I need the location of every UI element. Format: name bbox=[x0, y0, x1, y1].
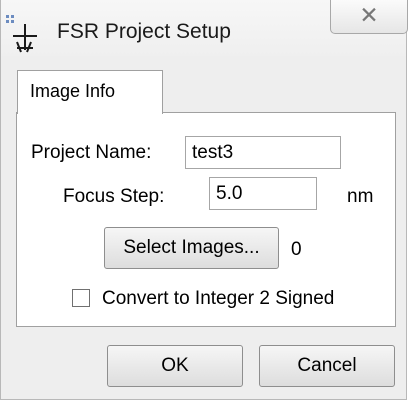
convert-checkbox[interactable] bbox=[72, 289, 90, 307]
close-button[interactable]: ✕ bbox=[330, 0, 408, 34]
focus-step-field[interactable] bbox=[209, 177, 317, 210]
tab-label: Image Info bbox=[30, 81, 116, 101]
select-images-button[interactable]: Select Images... bbox=[104, 227, 279, 269]
project-name-field[interactable] bbox=[185, 136, 341, 169]
project-name-label: Project Name: bbox=[31, 142, 152, 163]
focus-step-label: Focus Step: bbox=[63, 186, 165, 207]
convert-label: Convert to Integer 2 Signed bbox=[102, 288, 335, 309]
ok-button[interactable]: OK bbox=[107, 345, 243, 387]
focus-step-unit: nm bbox=[347, 186, 374, 207]
app-icon bbox=[5, 14, 49, 54]
close-icon: ✕ bbox=[359, 2, 379, 28]
tab-image-info[interactable]: Image Info bbox=[17, 70, 163, 114]
window-title: FSR Project Setup bbox=[57, 20, 231, 43]
title-bar[interactable]: FSR Project Setup ✕ bbox=[1, 0, 408, 56]
image-count: 0 bbox=[291, 239, 302, 260]
dialog-window: FSR Project Setup ✕ Image Info Project N… bbox=[0, 0, 408, 400]
cancel-button[interactable]: Cancel bbox=[259, 345, 395, 387]
